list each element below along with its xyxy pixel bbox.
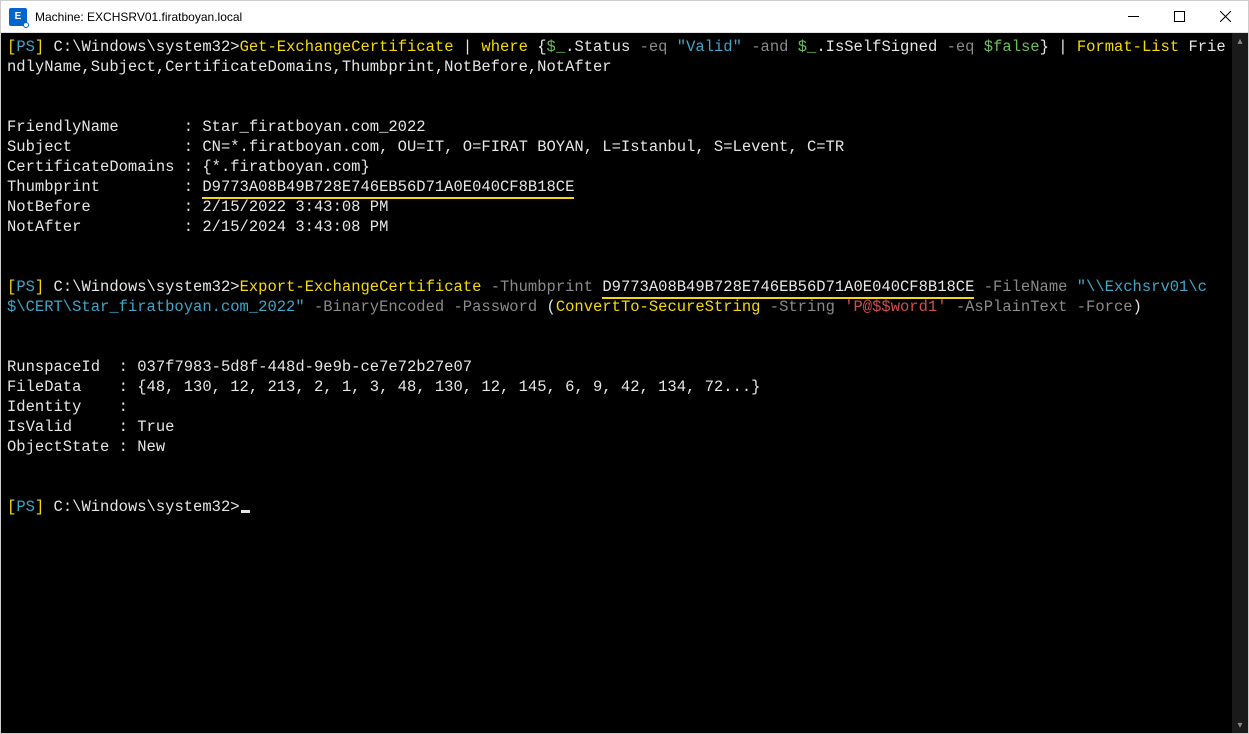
out-notafter-value: 2/15/2024 3:43:08 PM: [202, 218, 388, 236]
out-friendly-value: Star_firatboyan.com_2022: [202, 118, 425, 136]
paren: (: [547, 298, 556, 316]
param-binaryencoded: -BinaryEncoded: [305, 298, 445, 316]
pipe: |: [454, 38, 482, 56]
titlebar[interactable]: E Machine: EXCHSRV01.firatboyan.local: [1, 1, 1248, 33]
prompt-bracket: ]: [35, 278, 44, 296]
op-eq: -eq: [640, 38, 677, 56]
out-notbefore-label: NotBefore :: [7, 198, 202, 216]
op-eq: -eq: [947, 38, 984, 56]
maximize-button[interactable]: [1156, 1, 1202, 33]
out-subject-label: Subject :: [7, 138, 202, 156]
brace: }: [1040, 38, 1049, 56]
minimize-icon: [1128, 11, 1139, 22]
prompt-path: C:\Windows\system32>: [44, 498, 239, 516]
close-icon: [1220, 11, 1231, 22]
cmd-format-list: Format-List: [1077, 38, 1179, 56]
param-filename: -FileName: [974, 278, 1076, 296]
out-objstate-value: New: [137, 438, 165, 456]
str-valid: "Valid": [677, 38, 742, 56]
op-and: -and: [742, 38, 798, 56]
prompt-bracket: [: [7, 38, 16, 56]
maximize-icon: [1174, 11, 1185, 22]
prompt-bracket: ]: [35, 38, 44, 56]
arg-password: 'P@$$word1': [844, 298, 946, 316]
terminal-content[interactable]: [PS] C:\Windows\system32>Get-ExchangeCer…: [1, 33, 1232, 733]
scrollbar[interactable]: ▴ ▾: [1232, 33, 1248, 733]
terminal-area: [PS] C:\Windows\system32>Get-ExchangeCer…: [1, 33, 1248, 733]
app-window: E Machine: EXCHSRV01.firatboyan.local [P…: [0, 0, 1249, 734]
prompt-bracket: [: [7, 278, 16, 296]
out-subject-value: CN=*.firatboyan.com, OU=IT, O=FIRAT BOYA…: [202, 138, 844, 156]
out-notbefore-value: 2/15/2022 3:43:08 PM: [202, 198, 388, 216]
dollar-under: $_: [547, 38, 566, 56]
arg-thumbprint: D9773A08B49B728E746EB56D71A0E040CF8B18CE: [602, 278, 974, 299]
window-controls: [1110, 1, 1248, 33]
param-password: -Password: [444, 298, 546, 316]
prompt-bracket: ]: [35, 498, 44, 516]
dollar-under: $_: [798, 38, 817, 56]
cmd-get-exchangecert: Get-ExchangeCertificate: [240, 38, 454, 56]
out-identity-label: Identity :: [7, 398, 128, 416]
param-force: -Force: [1067, 298, 1132, 316]
scroll-up-icon[interactable]: ▴: [1232, 33, 1248, 49]
brace: {: [528, 38, 547, 56]
cmd-export-exchangecert: Export-ExchangeCertificate: [240, 278, 482, 296]
dot-status: .Status: [565, 38, 639, 56]
prompt-ps: PS: [16, 278, 35, 296]
out-objstate-label: ObjectState :: [7, 438, 137, 456]
out-thumb-value: D9773A08B49B728E746EB56D71A0E040CF8B18CE: [202, 178, 574, 199]
out-isvalid-label: IsValid :: [7, 418, 137, 436]
app-icon: E: [9, 8, 27, 26]
scroll-down-icon[interactable]: ▾: [1232, 717, 1248, 733]
window-title: Machine: EXCHSRV01.firatboyan.local: [35, 10, 242, 24]
out-thumb-label: Thumbprint :: [7, 178, 202, 196]
param-thumbprint: -Thumbprint: [481, 278, 602, 296]
pipe: |: [1049, 38, 1077, 56]
prompt-path: C:\Windows\system32>: [44, 278, 239, 296]
param-string: -String: [760, 298, 844, 316]
prompt-ps: PS: [16, 38, 35, 56]
dollar-false: $false: [984, 38, 1040, 56]
prompt-ps: PS: [16, 498, 35, 516]
minimize-button[interactable]: [1110, 1, 1156, 33]
dot-iss: .IsSelfSigned: [816, 38, 946, 56]
cmd-where: where: [481, 38, 528, 56]
out-runspace-label: RunspaceId :: [7, 358, 137, 376]
out-runspace-value: 037f7983-5d8f-448d-9e9b-ce7e72b27e07: [137, 358, 472, 376]
out-domains-label: CertificateDomains :: [7, 158, 202, 176]
out-notafter-label: NotAfter :: [7, 218, 202, 236]
close-button[interactable]: [1202, 1, 1248, 33]
out-filedata-label: FileData :: [7, 378, 137, 396]
param-asplaintext: -AsPlainText: [947, 298, 1068, 316]
out-friendly-label: FriendlyName :: [7, 118, 202, 136]
out-isvalid-value: True: [137, 418, 174, 436]
paren: ): [1133, 298, 1142, 316]
prompt-path: C:\Windows\system32>: [44, 38, 239, 56]
out-domains-value: {*.firatboyan.com}: [202, 158, 369, 176]
cmd-convertto-secure: ConvertTo-SecureString: [556, 298, 761, 316]
out-filedata-value: {48, 130, 12, 213, 2, 1, 3, 48, 130, 12,…: [137, 378, 760, 396]
prompt-bracket: [: [7, 498, 16, 516]
cursor: [241, 510, 250, 513]
